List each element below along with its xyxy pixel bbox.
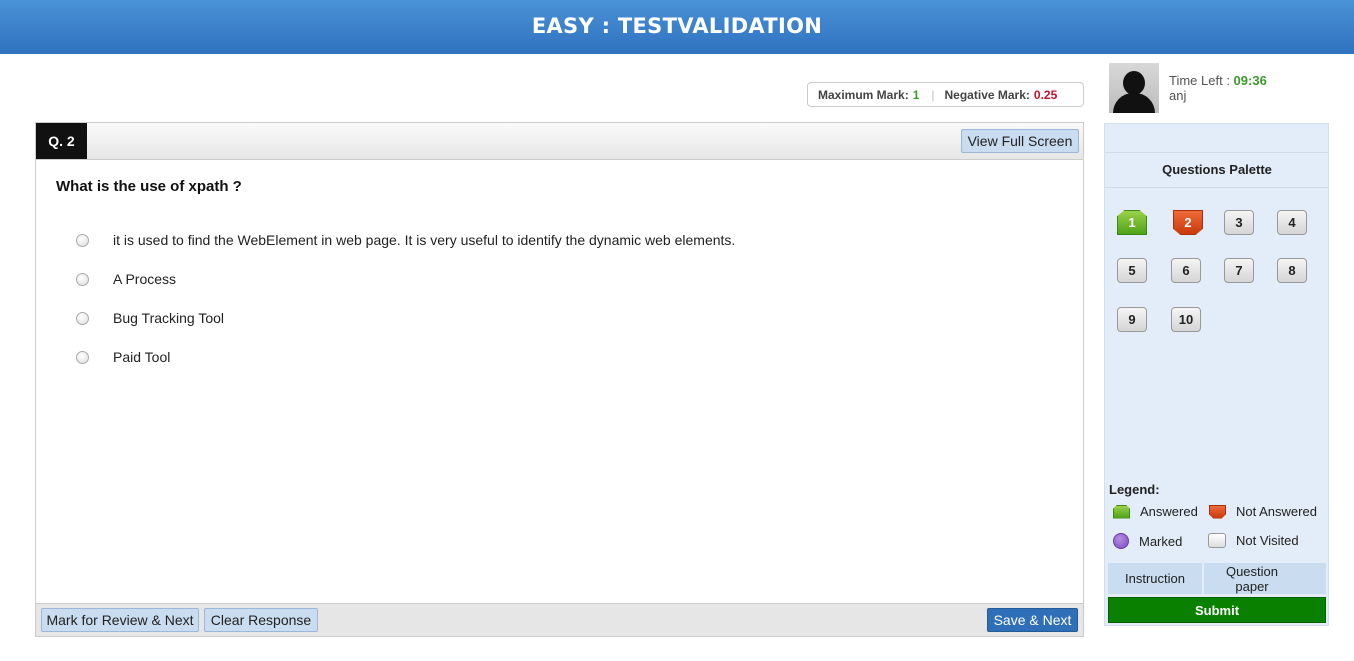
legend-marked-label: Marked [1139, 533, 1183, 549]
marking-scheme: Maximum Mark: 1 | Negative Mark: 0.25 [807, 82, 1084, 107]
option-radio[interactable] [76, 272, 89, 286]
palette-question-10[interactable]: 10 [1171, 307, 1201, 332]
instruction-button[interactable]: Instruction [1108, 563, 1202, 594]
question-header: Q. 2 View Full Screen [36, 123, 1083, 160]
view-full-screen-button[interactable]: View Full Screen [961, 129, 1079, 153]
option-text: A Process [113, 271, 177, 287]
max-mark-label: Maximum Mark: [818, 87, 909, 102]
not-answered-icon [1209, 504, 1226, 519]
palette-question-7[interactable]: 7 [1224, 258, 1254, 283]
legend-title: Legend: [1109, 482, 1160, 497]
answered-icon [1113, 504, 1130, 519]
time-left-value: 09:36 [1233, 73, 1267, 88]
answer-option[interactable]: A Process [76, 271, 176, 287]
clear-response-button[interactable]: Clear Response [204, 608, 318, 632]
option-text: Bug Tracking Tool [113, 310, 225, 326]
user-silhouette-icon [1109, 63, 1159, 113]
question-paper-button[interactable]: Question paper [1204, 563, 1326, 594]
palette-question-3[interactable]: 3 [1224, 210, 1254, 235]
questions-palette: Questions Palette 1 2 3 4 5 6 7 8 9 10 L… [1104, 123, 1329, 626]
legend-answered-label: Answered [1140, 504, 1198, 519]
submit-button[interactable]: Submit [1108, 597, 1326, 623]
palette-question-2[interactable]: 2 [1173, 210, 1203, 235]
legend-not-answered: Not Answered [1209, 504, 1317, 519]
question-number: Q. 2 [36, 123, 87, 159]
answer-option[interactable]: it is used to find the WebElement in web… [76, 232, 735, 248]
legend-not-visited: Not Visited [1208, 533, 1299, 548]
time-left: Time Left : 09:36 [1169, 73, 1267, 88]
palette-title: Questions Palette [1105, 152, 1329, 188]
marked-icon [1113, 533, 1129, 549]
option-text: it is used to find the WebElement in web… [113, 232, 736, 248]
answer-option[interactable]: Bug Tracking Tool [76, 310, 224, 326]
time-left-label: Time Left : [1169, 73, 1234, 88]
marks-divider: | [931, 87, 935, 102]
save-next-button[interactable]: Save & Next [987, 608, 1078, 632]
palette-question-5[interactable]: 5 [1117, 258, 1147, 283]
negative-mark-label: Negative Mark: [944, 87, 1030, 102]
option-radio[interactable] [76, 311, 89, 325]
answer-option[interactable]: Paid Tool [76, 349, 170, 365]
palette-question-1[interactable]: 1 [1117, 210, 1147, 235]
palette-question-8[interactable]: 8 [1277, 258, 1307, 283]
palette-question-6[interactable]: 6 [1171, 258, 1201, 283]
question-text: What is the use of xpath ? [56, 178, 242, 195]
candidate-name: anj [1169, 88, 1187, 103]
option-radio[interactable] [76, 233, 89, 247]
palette-question-4[interactable]: 4 [1277, 210, 1307, 235]
mark-for-review-button[interactable]: Mark for Review & Next [41, 608, 199, 632]
exam-title: EASY : TESTVALIDATION [0, 0, 1354, 54]
legend-answered: Answered [1113, 504, 1198, 519]
option-text: Paid Tool [113, 349, 171, 365]
max-mark-value: 1 [912, 87, 920, 102]
candidate-avatar [1109, 63, 1159, 113]
legend-not-visited-label: Not Visited [1236, 533, 1299, 548]
question-footer: Mark for Review & Next Clear Response Sa… [36, 603, 1083, 636]
palette-question-9[interactable]: 9 [1117, 307, 1147, 332]
option-radio[interactable] [76, 350, 89, 364]
not-visited-icon [1208, 533, 1226, 548]
legend-not-answered-label: Not Answered [1236, 504, 1317, 519]
question-panel: Q. 2 View Full Screen What is the use of… [35, 122, 1084, 637]
negative-mark-value: 0.25 [1033, 87, 1058, 102]
legend-marked: Marked [1113, 533, 1182, 549]
